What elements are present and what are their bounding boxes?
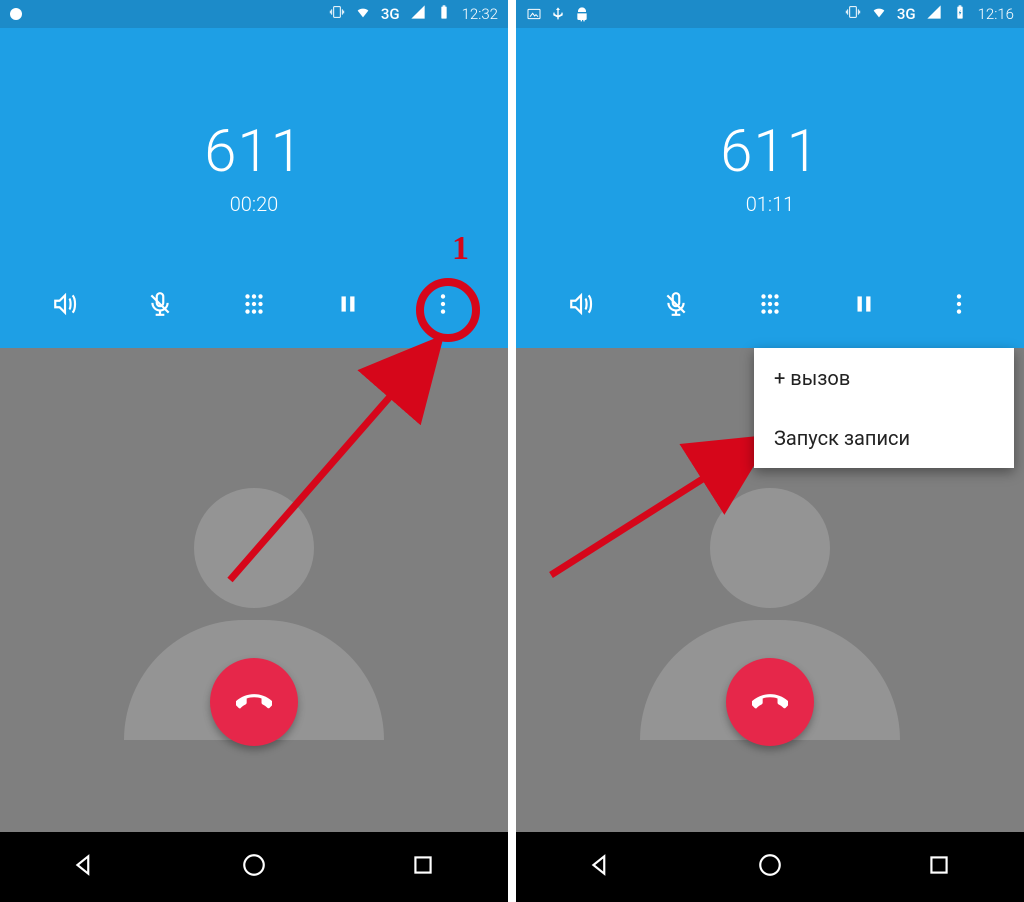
nav-bar [0, 832, 508, 902]
end-call-button[interactable] [210, 658, 298, 746]
status-bar: 3G 12:32 [0, 0, 508, 28]
call-timer: 00:20 [230, 192, 279, 216]
phone-right: 3G 12:16 611 01:11 + вызов Запуск записи [516, 0, 1024, 902]
annotation-label-1: 1 [452, 230, 469, 268]
android-icon [574, 6, 590, 22]
menu-start-recording[interactable]: Запуск записи [754, 408, 1014, 468]
call-header: 611 01:11 [516, 28, 1024, 348]
status-bar: 3G 12:16 [516, 0, 1024, 28]
nav-home-icon[interactable] [241, 852, 267, 882]
status-left-icons [526, 6, 590, 22]
nav-recent-icon[interactable] [410, 852, 436, 882]
end-call-button[interactable] [726, 658, 814, 746]
overflow-menu: + вызов Запуск записи [754, 348, 1014, 468]
speaker-button[interactable] [41, 280, 89, 328]
nav-home-icon[interactable] [757, 852, 783, 882]
wifi-icon [355, 4, 371, 24]
nav-back-icon[interactable] [588, 852, 614, 882]
dialpad-button[interactable] [746, 280, 794, 328]
menu-add-call[interactable]: + вызов [754, 348, 1014, 408]
mute-button[interactable] [652, 280, 700, 328]
network-label: 3G [381, 5, 400, 23]
nav-back-icon[interactable] [72, 852, 98, 882]
nav-bar [516, 832, 1024, 902]
signal-icon [926, 4, 942, 24]
more-button[interactable] [935, 280, 983, 328]
signal-icon [410, 4, 426, 24]
clock-label: 12:16 [978, 5, 1014, 23]
phone-left: 3G 12:32 611 00:20 [0, 0, 508, 902]
nav-recent-icon[interactable] [926, 852, 952, 882]
vibrate-icon [329, 4, 345, 24]
notification-dot-icon [10, 8, 22, 20]
mute-button[interactable] [136, 280, 184, 328]
call-controls [516, 280, 1024, 328]
speaker-button[interactable] [557, 280, 605, 328]
dialpad-button[interactable] [230, 280, 278, 328]
image-icon [526, 6, 542, 22]
clock-label: 12:32 [462, 5, 498, 23]
battery-charging-icon [952, 4, 968, 24]
call-number: 611 [204, 118, 304, 186]
hold-button[interactable] [324, 280, 372, 328]
hold-button[interactable] [840, 280, 888, 328]
call-timer: 01:11 [746, 192, 795, 216]
call-number: 611 [720, 118, 820, 186]
battery-icon [436, 4, 452, 24]
usb-icon [550, 6, 566, 22]
call-body [0, 348, 508, 832]
annotation-circle-1 [416, 278, 480, 342]
wifi-icon [871, 4, 887, 24]
network-label: 3G [897, 5, 916, 23]
vibrate-icon [845, 4, 861, 24]
